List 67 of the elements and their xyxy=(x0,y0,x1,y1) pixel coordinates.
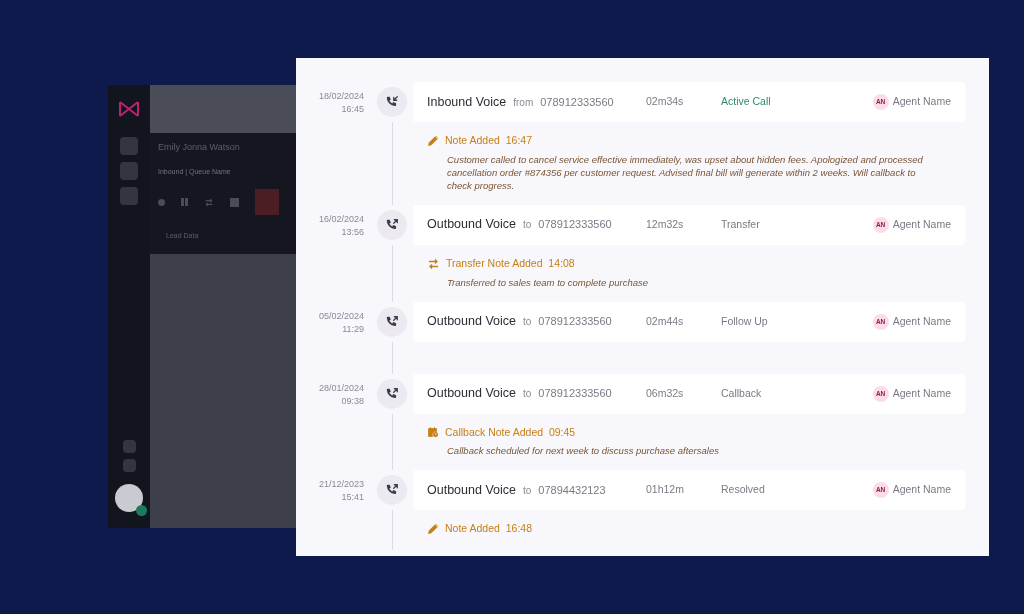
call-duration: 12m32s xyxy=(646,216,685,232)
call-duration: 02m44s xyxy=(646,313,685,329)
direction-label: to xyxy=(522,315,532,330)
note-title: Note Added 16:47 xyxy=(445,133,532,148)
nav-icon[interactable] xyxy=(122,459,136,472)
pencil-icon xyxy=(427,134,439,147)
direction-label: to xyxy=(522,218,532,233)
calendar-clock-icon xyxy=(427,426,439,439)
call-time: 15:41 xyxy=(341,491,364,505)
note-text: Transferred to sales team to complete purchase xyxy=(447,275,649,289)
call-type: Inbound Voice xyxy=(427,93,507,111)
direction-label: to xyxy=(522,387,532,402)
call-type: Outbound Voice xyxy=(427,313,516,331)
nav-icon[interactable] xyxy=(120,137,138,155)
call-type: Outbound Voice xyxy=(427,385,516,403)
agent-name: Agent Name xyxy=(892,482,951,498)
call-time: 09:38 xyxy=(341,394,364,408)
phone-number: 078912333560 xyxy=(538,314,612,330)
keypad-icon[interactable] xyxy=(230,197,239,207)
note-text: Callback scheduled for next week to discuss purchase aftersales xyxy=(447,444,720,458)
nav-icon[interactable] xyxy=(120,187,138,205)
incoming-call-icon xyxy=(385,95,399,109)
logo-icon xyxy=(119,101,139,117)
note-title: Transfer Note Added 14:08 xyxy=(446,255,575,271)
note-text: Customer called to cancel service effective immediately, was upset about hidden fees. Apologized and processed cancellation order #874356 per customer request. Advised final bill will generate within 2 weeks. Will callback to check progress. xyxy=(447,152,924,192)
call-time: 13:56 xyxy=(341,225,364,239)
contact-name: Emily Jonna Watson xyxy=(158,141,241,154)
call-type: Outbound Voice xyxy=(427,216,516,234)
phone-number: 078912333560 xyxy=(538,217,612,233)
outgoing-call-icon xyxy=(385,314,399,329)
direction-label: to xyxy=(522,483,532,498)
call-time: 16:45 xyxy=(341,103,364,116)
call-status: Transfer xyxy=(721,216,760,232)
call-status: Active Call xyxy=(721,94,771,110)
call-type: Outbound Voice xyxy=(427,481,516,499)
nav-icon[interactable] xyxy=(120,162,138,180)
call-date: 05/02/2024 xyxy=(318,309,364,323)
phone-number: 078912333560 xyxy=(540,94,614,110)
record-icon[interactable] xyxy=(158,198,165,206)
phone-number: 078912333560 xyxy=(538,386,612,402)
note-title: Note Added 16:48 xyxy=(445,521,532,537)
call-status: Follow Up xyxy=(721,313,768,329)
transfer-arrows-icon xyxy=(427,257,440,270)
agent-name: Agent Name xyxy=(892,313,951,329)
agent-name: Agent Name xyxy=(892,94,951,110)
pause-icon[interactable] xyxy=(181,198,188,206)
call-status: Callback xyxy=(721,385,762,401)
end-call-button[interactable] xyxy=(255,189,279,215)
pencil-icon xyxy=(427,523,439,536)
call-duration: 01h12m xyxy=(646,482,685,498)
call-status: Resolved xyxy=(721,482,765,498)
call-date: 18/02/2024 xyxy=(318,90,364,103)
transfer-icon[interactable] xyxy=(204,197,214,207)
call-date: 21/12/2023 xyxy=(318,478,364,492)
call-duration: 06m32s xyxy=(646,385,685,401)
nav-icon[interactable] xyxy=(122,440,136,453)
outgoing-call-icon xyxy=(385,386,399,401)
call-duration: 02m34s xyxy=(646,94,685,110)
direction-label: from xyxy=(513,95,534,110)
call-time: 11:29 xyxy=(342,322,364,336)
call-date: 28/01/2024 xyxy=(318,381,364,395)
outgoing-call-icon xyxy=(385,217,399,232)
call-date: 16/02/2024 xyxy=(318,212,364,226)
agent-name: Agent Name xyxy=(892,385,951,401)
note-title: Callback Note Added 09:45 xyxy=(445,424,576,440)
agent-name: Agent Name xyxy=(892,216,951,232)
phone-number: 07894432123 xyxy=(538,482,606,498)
